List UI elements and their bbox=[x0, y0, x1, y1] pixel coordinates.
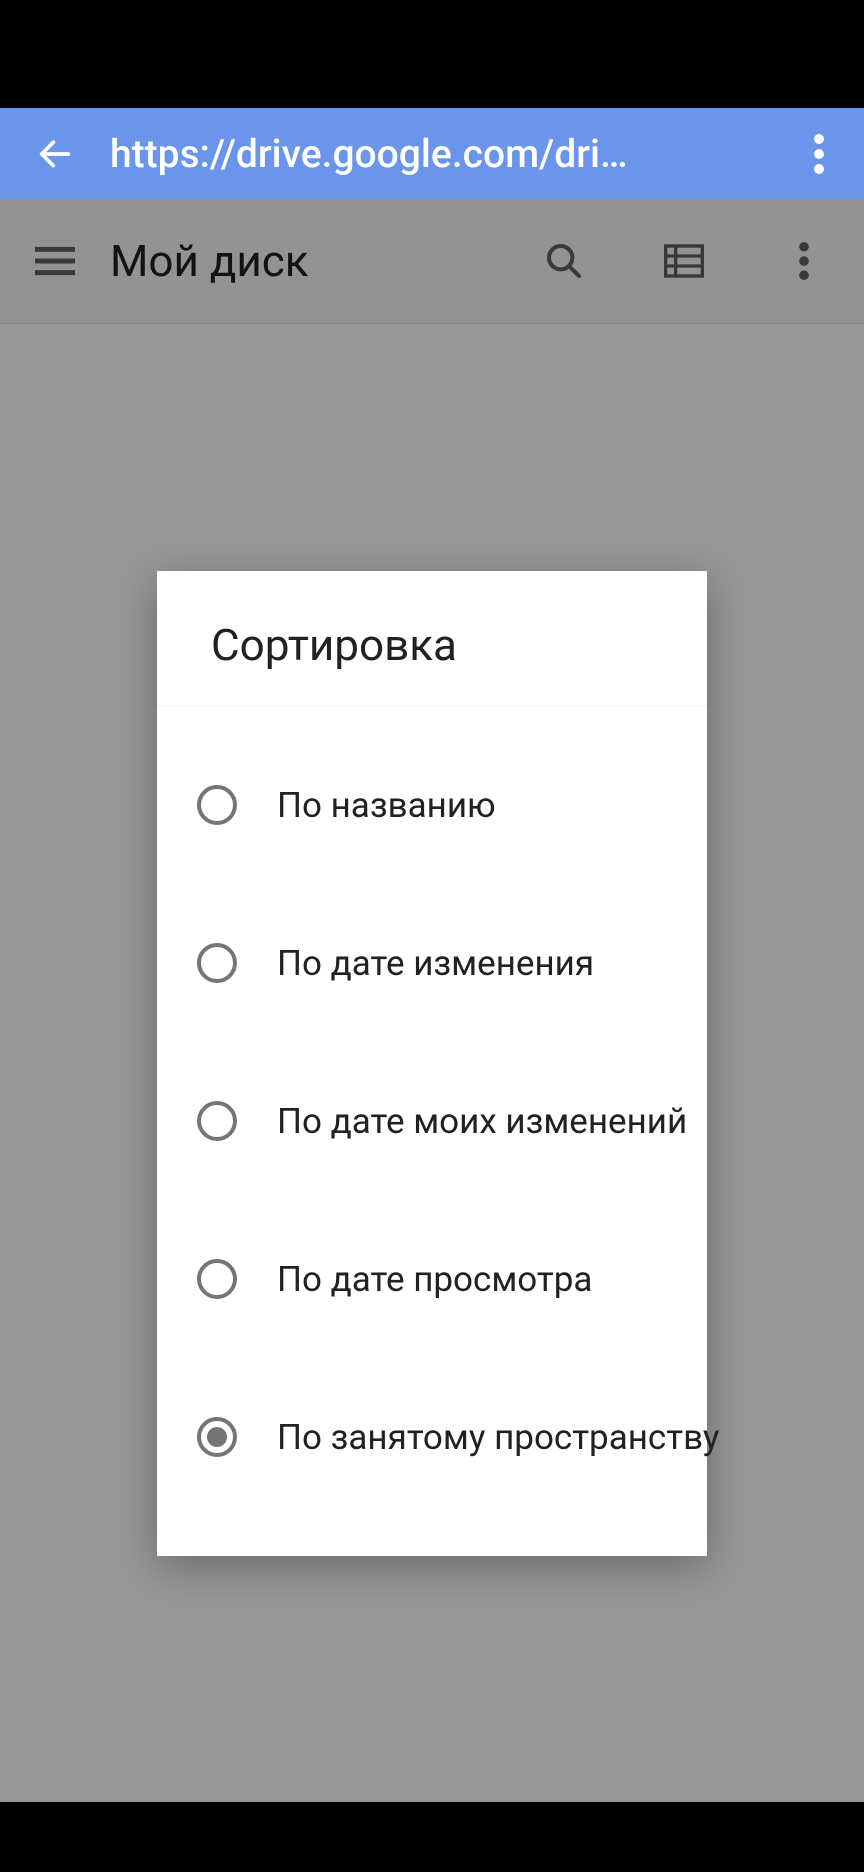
url-text[interactable]: https://drive.google.com/dri… bbox=[110, 131, 774, 177]
sort-dialog: Сортировка По названию По дате изменения… bbox=[157, 571, 707, 1556]
dialog-header: Сортировка bbox=[157, 571, 707, 706]
radio-icon bbox=[197, 1417, 237, 1457]
viewport: https://drive.google.com/dri… Мой диск bbox=[0, 0, 864, 1872]
radio-icon bbox=[197, 1101, 237, 1141]
back-button[interactable] bbox=[0, 108, 110, 199]
browser-menu-button[interactable] bbox=[774, 108, 864, 199]
dialog-title: Сортировка bbox=[211, 619, 667, 671]
sort-option-my-modified[interactable]: По дате моих изменений bbox=[193, 1042, 671, 1200]
dialog-body: По названию По дате изменения По дате мо… bbox=[157, 706, 707, 1556]
sort-option-viewed[interactable]: По дате просмотра bbox=[193, 1200, 671, 1358]
arrow-left-icon bbox=[35, 134, 75, 174]
radio-label: По названию bbox=[277, 785, 496, 826]
radio-label: По дате моих изменений bbox=[277, 1101, 687, 1142]
app-area: Мой диск bbox=[0, 199, 864, 1802]
radio-label: По дате изменения bbox=[277, 943, 594, 984]
radio-label: По занятому пространству bbox=[277, 1417, 719, 1458]
sort-option-name[interactable]: По названию bbox=[193, 726, 671, 884]
sort-option-modified[interactable]: По дате изменения bbox=[193, 884, 671, 1042]
letterbox-top bbox=[0, 0, 864, 108]
letterbox-bottom bbox=[0, 1802, 864, 1872]
browser-bar: https://drive.google.com/dri… bbox=[0, 108, 864, 199]
radio-icon bbox=[197, 943, 237, 983]
more-vert-icon bbox=[814, 134, 824, 174]
radio-label: По дате просмотра bbox=[277, 1259, 592, 1300]
sort-option-storage[interactable]: По занятому пространству bbox=[193, 1358, 671, 1516]
radio-icon bbox=[197, 785, 237, 825]
radio-icon bbox=[197, 1259, 237, 1299]
